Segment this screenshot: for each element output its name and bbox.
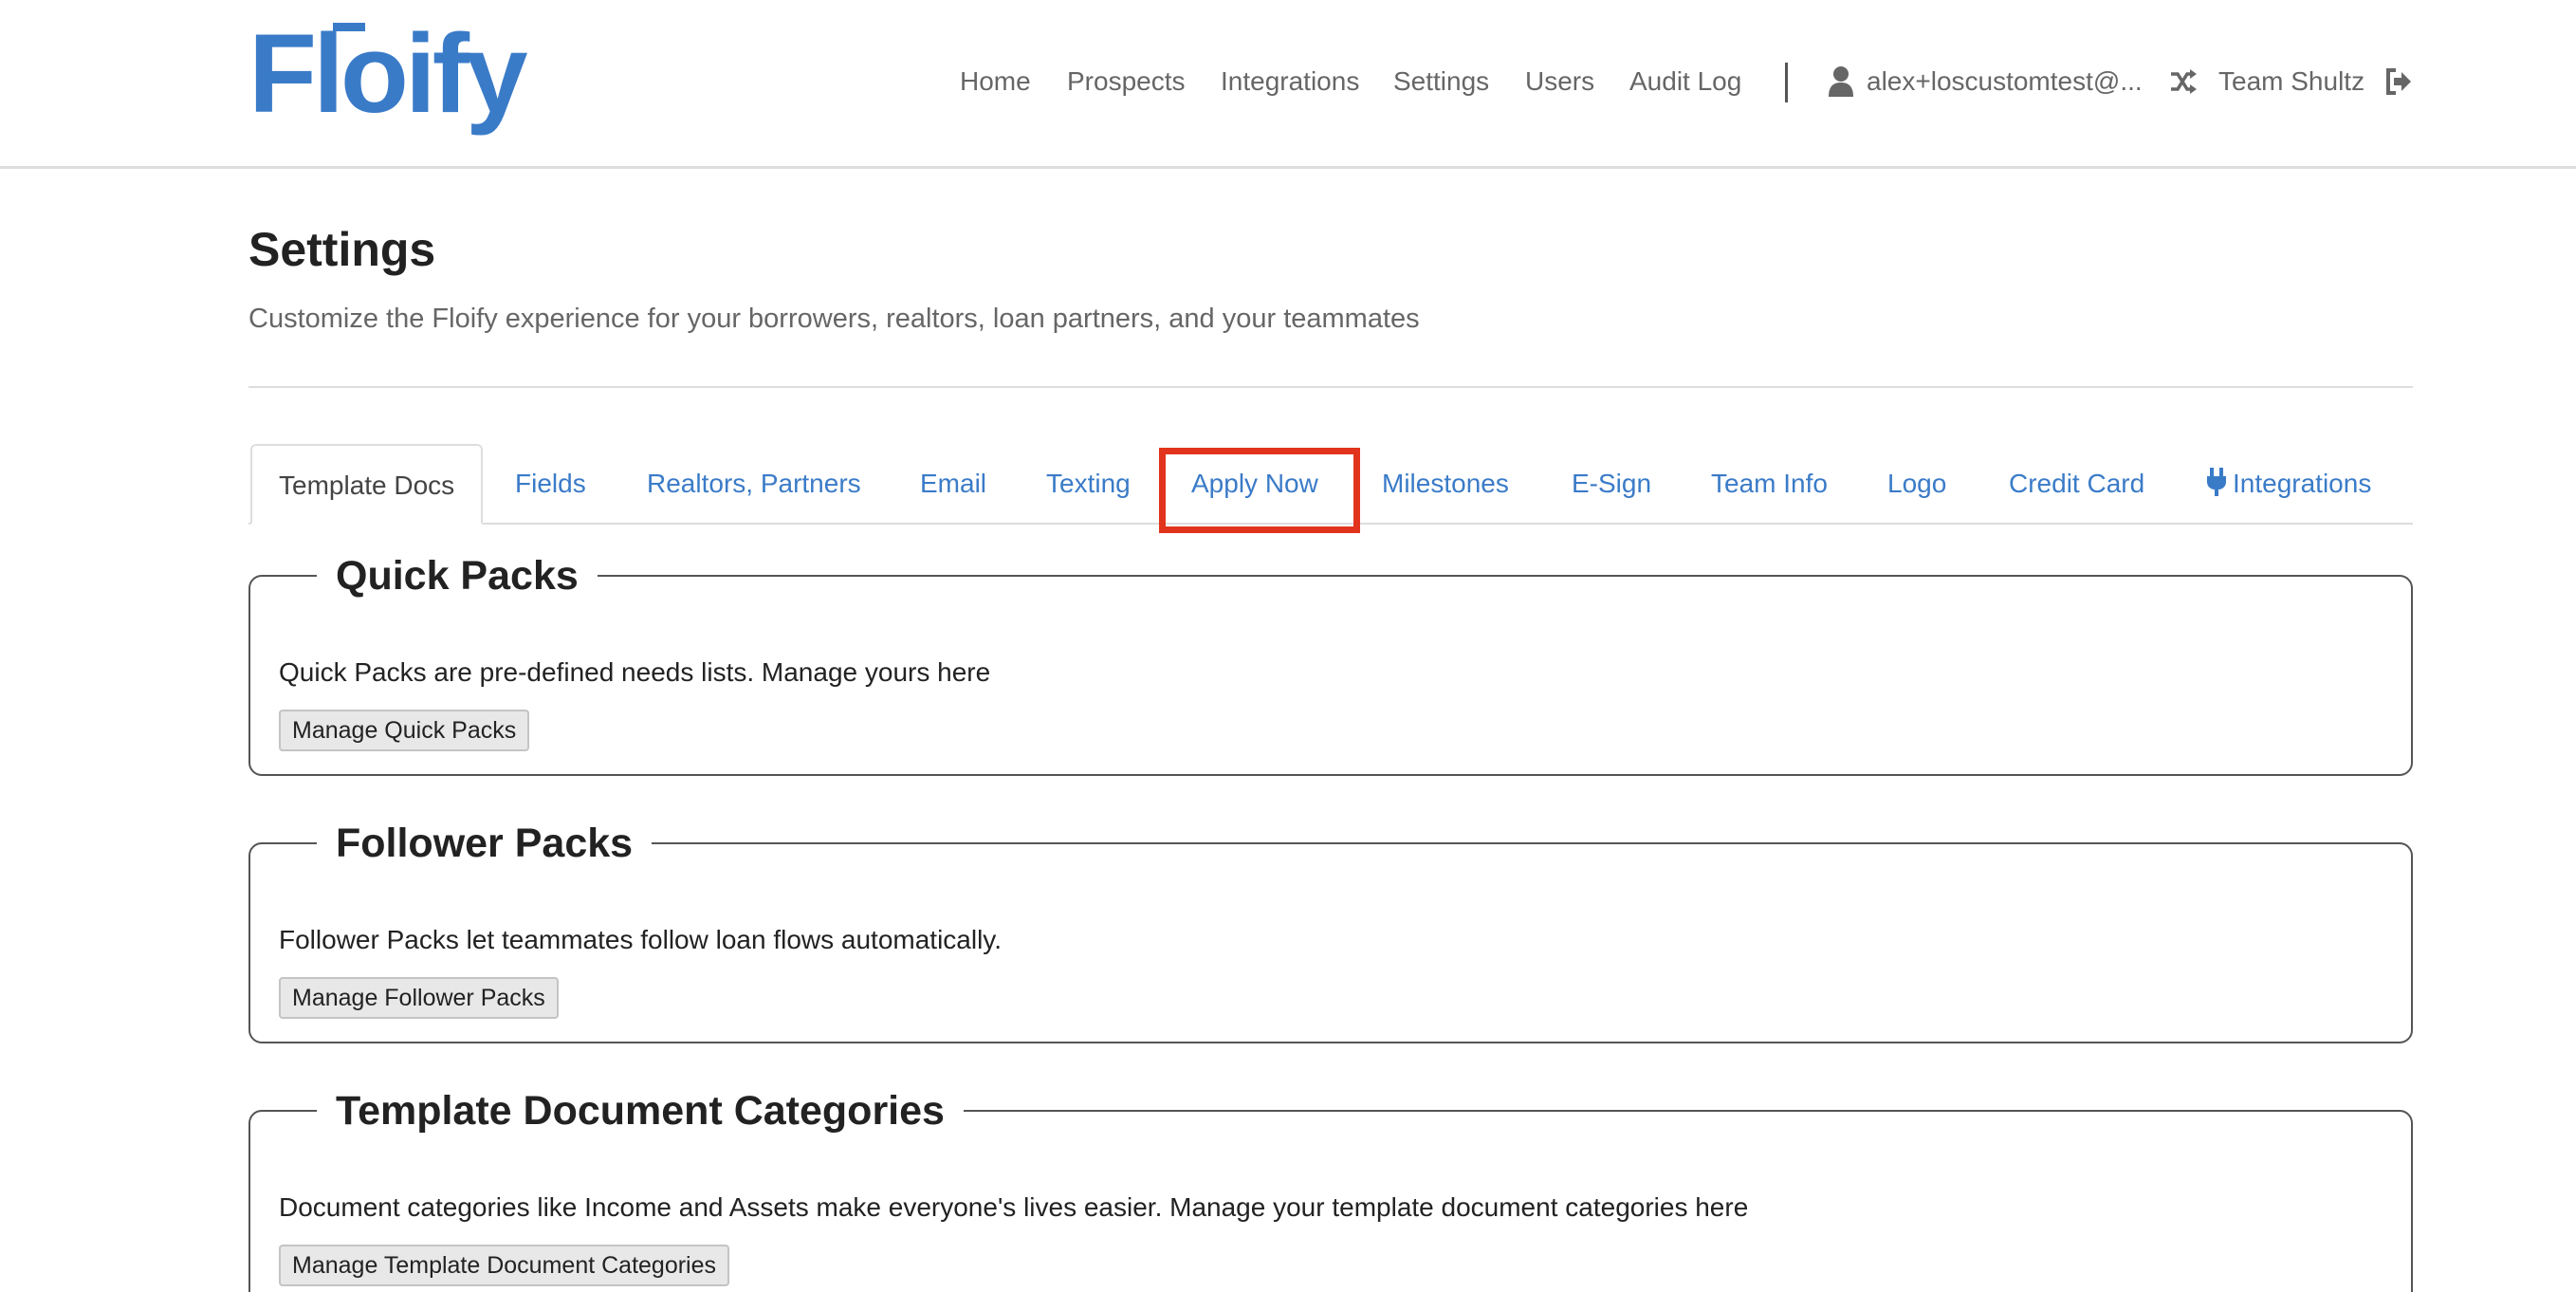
nav-home[interactable]: Home [960,63,1031,101]
page-subtitle: Customize the Floify experience for your… [248,304,1420,334]
shuffle-icon[interactable] [2169,65,2198,99]
divider [248,386,2413,388]
user-icon [1829,66,1853,97]
section-description: Quick Packs are pre-defined needs lists.… [279,657,991,687]
nav-integrations[interactable]: Integrations [1221,63,1359,101]
tab-realtors-partners[interactable]: Realtors, Partners [647,444,861,525]
follower-packs-section: Follower Packs Follower Packs let teamma… [248,816,2413,1043]
section-title: Template Document Categories [317,1083,964,1138]
tab-email[interactable]: Email [920,444,986,525]
nav-divider [1785,63,1788,102]
tab-e-sign[interactable]: E-Sign [1572,444,1651,525]
tab-apply-now[interactable]: Apply Now [1191,444,1318,525]
tab-fields[interactable]: Fields [515,444,586,525]
tab-texting[interactable]: Texting [1046,444,1131,525]
manage-quick-packs-button[interactable]: Manage Quick Packs [279,710,530,751]
tab-milestones[interactable]: Milestones [1382,444,1509,525]
tab-integrations-label: Integrations [2233,469,2372,498]
main-nav: Home Prospects Integrations Settings Use… [0,0,2576,169]
tab-integrations[interactable]: Integrations [2206,444,2371,525]
sign-out-icon[interactable] [2384,65,2413,99]
nav-user-account[interactable]: alex+loscustomtest@... [1867,63,2143,101]
nav-prospects[interactable]: Prospects [1067,63,1186,101]
nav-audit-log[interactable]: Audit Log [1629,63,1741,101]
section-description: Document categories like Income and Asse… [279,1192,1749,1222]
quick-packs-section: Quick Packs Quick Packs are pre-defined … [248,548,2413,776]
section-description: Follower Packs let teammates follow loan… [279,925,1003,954]
nav-users[interactable]: Users [1525,63,1594,101]
manage-template-categories-button[interactable]: Manage Template Document Categories [279,1245,730,1286]
plug-icon [2207,468,2226,496]
template-categories-section: Template Document Categories Document ca… [248,1083,2413,1292]
tab-credit-card[interactable]: Credit Card [2009,444,2144,525]
page-title: Settings [248,223,436,276]
tab-logo[interactable]: Logo [1887,444,1946,525]
manage-follower-packs-button[interactable]: Manage Follower Packs [279,977,559,1019]
tab-team-info[interactable]: Team Info [1711,444,1828,525]
nav-team-switcher[interactable]: Team Shultz [2218,63,2364,101]
tab-template-docs[interactable]: Template Docs [250,444,484,525]
section-title: Follower Packs [317,816,653,871]
top-navbar: Floify Home Prospects Integrations Setti… [0,0,2576,169]
section-title: Quick Packs [317,548,598,603]
nav-settings[interactable]: Settings [1393,63,1489,101]
